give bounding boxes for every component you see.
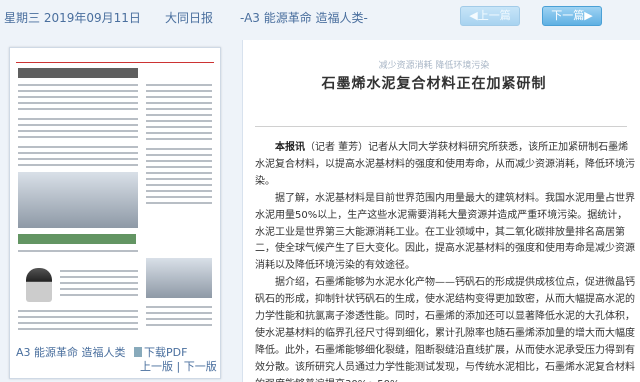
top-bar: 星期三 2019年09月11日 大同日报 -A3 能源革命 造福人类- ◀上一篇… — [0, 0, 640, 32]
page-thumbnail[interactable] — [9, 47, 221, 379]
arrow-right-icon: ▶ — [584, 9, 593, 22]
lead-label: 本报讯 — [275, 142, 305, 153]
thumbnail-photo — [18, 172, 138, 228]
article-paragraph: 据了解，水泥基材料是目前世界范围内用量最大的建筑材料。我国水泥用量占世界水泥用量… — [255, 192, 635, 272]
page-pager: 上一版 | 下一版 — [140, 358, 217, 374]
article-title: 石墨烯水泥复合材料正在加紧研制 — [321, 76, 547, 92]
arrow-left-icon: ◀ — [469, 9, 478, 22]
prev-article-button[interactable]: ◀上一篇 — [460, 6, 520, 26]
newspaper-name: 大同日报 — [165, 11, 214, 25]
thumbnail-portrait — [26, 268, 52, 302]
article-subtitle: 减少资源消耗 降低环境污染 — [378, 61, 490, 71]
page-preview-panel: A3 能源革命 造福人类 下载PDF 上一版 | 下一版 — [0, 40, 228, 382]
thumbnail-banner — [18, 234, 136, 244]
pdf-icon — [134, 347, 142, 357]
title-divider — [255, 126, 627, 127]
article-body: 本报讯（记者 董芳）记者从大同大学获材料研究所获悉，该所正加紧研制石墨烯水泥复合… — [255, 140, 635, 382]
issue-date: 星期三 2019年09月11日 — [4, 11, 141, 25]
article-panel: 减少资源消耗 降低环境污染 石墨烯水泥复合材料正在加紧研制 本报讯（记者 董芳）… — [242, 40, 640, 382]
page-caption: A3 能源革命 造福人类 — [16, 346, 126, 359]
article-paragraph: 本报讯（记者 董芳）记者从大同大学获材料研究所获悉，该所正加紧研制石墨烯水泥复合… — [255, 142, 635, 187]
page-section: -A3 能源革命 造福人类- — [240, 11, 368, 25]
prev-page-link[interactable]: 上一版 — [140, 360, 173, 373]
article-paragraph: 据介绍，石墨烯能够为水泥水化产物——钙矾石的形成提供成核位点，促进微晶钙矾石的形… — [255, 277, 635, 382]
pager-divider: | — [176, 360, 181, 373]
next-article-button[interactable]: 下一篇▶ — [542, 6, 602, 26]
next-page-link[interactable]: 下一版 — [184, 360, 217, 373]
thumbnail-headline — [18, 68, 138, 78]
thumbnail-masthead — [16, 52, 214, 63]
